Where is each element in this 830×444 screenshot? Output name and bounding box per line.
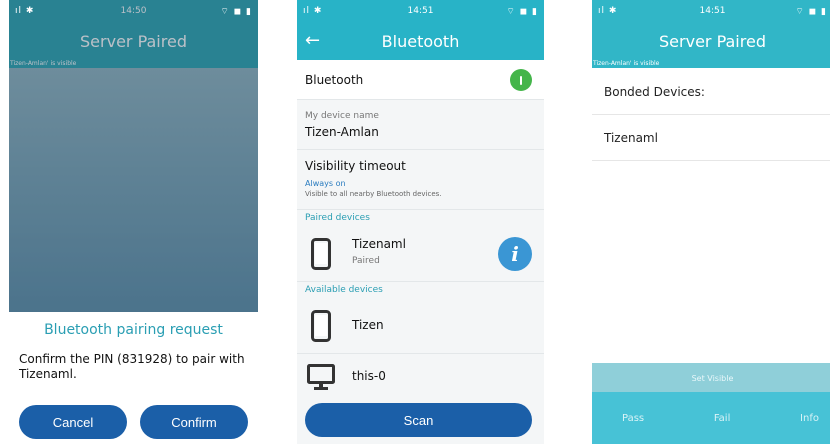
pass-button[interactable]: Pass: [622, 413, 644, 424]
header-area: ıl ✱ 14:50 ⌔ ◼ ▮ Server Paired Tizen-Aml…: [9, 0, 258, 68]
visibility-text: Tizen-Amlan' is visible: [10, 60, 77, 67]
phone-icon: [311, 310, 331, 342]
page-title: Server Paired: [659, 31, 766, 51]
monitor-icon: [307, 364, 335, 390]
device-name-label: My device name: [305, 111, 379, 121]
signal-bluetooth-icons: ıl ✱: [303, 6, 323, 16]
settings-list: Bluetooth My device name Tizen-Amlan Vis…: [297, 60, 544, 444]
header-area: ıl ✱ 14:51 ⌔ ◼ ▮ ← Bluetooth: [297, 0, 544, 60]
paired-device-name: Tizenaml: [352, 237, 406, 251]
paired-device-item[interactable]: Tizenaml Paired i: [297, 226, 544, 282]
paired-device-status: Paired: [352, 256, 380, 266]
available-devices-header: Available devices: [297, 282, 544, 298]
device-name-value: Tizen-Amlan: [305, 125, 379, 139]
visibility-description: Visible to all nearby Bluetooth devices.: [305, 190, 442, 198]
screen-server-paired: ıl ✱ 14:51 ⌔ ◼ ▮ Server Paired Tizen-Aml…: [592, 0, 830, 444]
info-icon[interactable]: i: [498, 237, 532, 271]
pairing-dialog: Bluetooth pairing request Confirm the PI…: [9, 312, 258, 444]
dialog-title: Bluetooth pairing request: [44, 322, 223, 338]
back-arrow-icon[interactable]: ←: [305, 30, 320, 51]
available-device-name: Tizen: [352, 318, 384, 332]
bonded-devices-header: Bonded Devices:: [592, 69, 830, 115]
available-device-item[interactable]: Tizen: [297, 298, 544, 354]
bluetooth-toggle[interactable]: [510, 69, 532, 91]
signal-bluetooth-icons: ıl ✱: [598, 6, 618, 16]
visibility-text: Tizen-Amlan' is visible: [593, 60, 660, 67]
battery-wifi-icons: ⌔ ◼ ▮: [220, 6, 252, 17]
status-bar: ıl ✱ 14:51 ⌔ ◼ ▮: [297, 0, 544, 22]
status-time: 14:51: [699, 6, 726, 16]
dialog-message: Confirm the PIN (831928) to pair with Ti…: [19, 352, 245, 381]
available-device-name: this-0: [352, 369, 386, 383]
header-area: ıl ✱ 14:51 ⌔ ◼ ▮ Server Paired Tizen-Aml…: [592, 0, 830, 68]
bluetooth-toggle-row[interactable]: Bluetooth: [297, 60, 544, 100]
set-visible-button[interactable]: Set Visible: [592, 363, 830, 393]
fail-button[interactable]: Fail: [714, 413, 731, 424]
bluetooth-label: Bluetooth: [305, 73, 364, 87]
battery-wifi-icons: ⌔ ◼ ▮: [506, 6, 538, 17]
visibility-value: Always on: [305, 179, 346, 188]
info-button[interactable]: Info: [800, 413, 819, 424]
status-bar: ıl ✱ 14:50 ⌔ ◼ ▮: [9, 0, 258, 22]
bottom-nav: Pass Fail Info: [592, 392, 830, 444]
screen-pairing-dialog: ıl ✱ 14:50 ⌔ ◼ ▮ Server Paired Tizen-Aml…: [9, 0, 258, 444]
visibility-timeout-row[interactable]: Visibility timeout Always on Visible to …: [297, 150, 544, 210]
bonded-device-item[interactable]: Tizenaml: [592, 115, 830, 161]
visibility-title: Visibility timeout: [305, 159, 406, 173]
signal-bluetooth-icons: ıl ✱: [15, 6, 35, 16]
battery-wifi-icons: ⌔ ◼ ▮: [795, 6, 827, 17]
scan-button[interactable]: Scan: [305, 403, 532, 437]
confirm-button[interactable]: Confirm: [140, 405, 248, 439]
content-area: [9, 68, 258, 313]
screen-bluetooth-settings: ıl ✱ 14:51 ⌔ ◼ ▮ ← Bluetooth Bluetooth M…: [297, 0, 544, 444]
paired-devices-header: Paired devices: [297, 210, 544, 226]
page-title: Bluetooth: [381, 31, 460, 51]
cancel-button[interactable]: Cancel: [19, 405, 127, 439]
phone-icon: [311, 238, 331, 270]
device-name-row[interactable]: My device name Tizen-Amlan: [297, 100, 544, 150]
page-title: Server Paired: [80, 31, 187, 51]
status-bar: ıl ✱ 14:51 ⌔ ◼ ▮: [592, 0, 830, 22]
